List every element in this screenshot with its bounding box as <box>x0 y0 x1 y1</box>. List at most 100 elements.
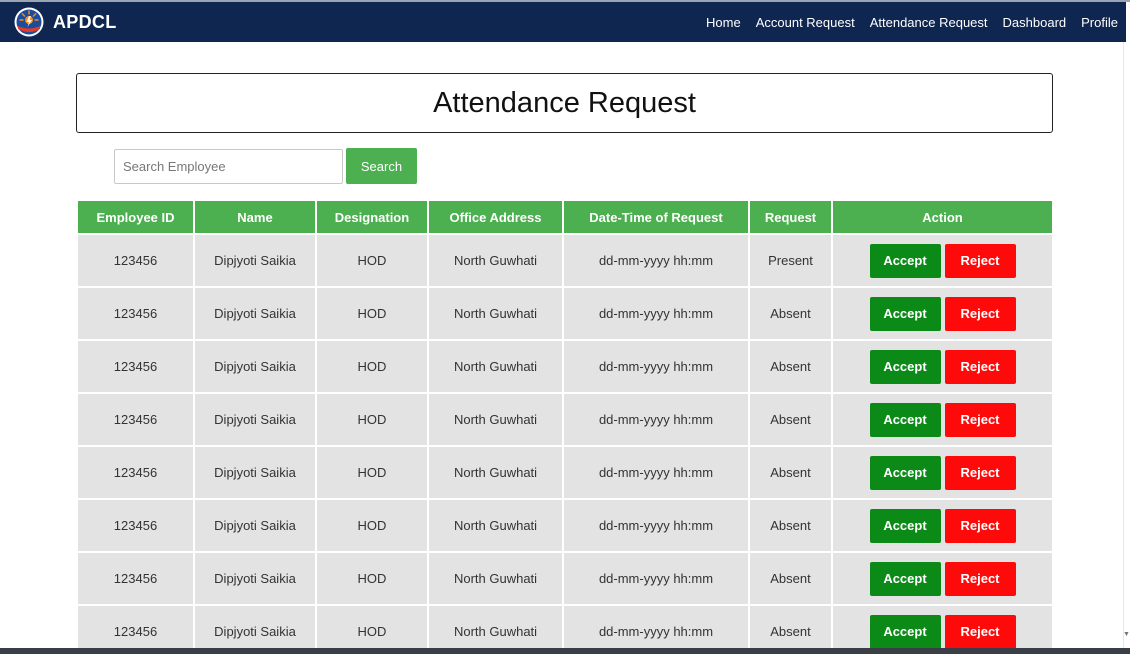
action-cell: Accept Reject <box>831 604 1052 648</box>
action-cell: Accept Reject <box>831 551 1052 606</box>
employee-id-cell: 123456 <box>76 604 195 648</box>
reject-button[interactable]: Reject <box>944 561 1016 596</box>
date-time-cell: dd-mm-yyyy hh:mm <box>562 339 750 394</box>
designation-cell: HOD <box>315 286 429 341</box>
date-time-cell: dd-mm-yyyy hh:mm <box>562 551 750 606</box>
name-cell: Dipjyoti Saikia <box>193 604 317 648</box>
employee-id-cell: 123456 <box>76 233 195 288</box>
designation-cell: HOD <box>315 551 429 606</box>
name-cell: Dipjyoti Saikia <box>193 233 317 288</box>
reject-button[interactable]: Reject <box>944 296 1016 331</box>
column-header-designation: Designation <box>315 199 429 235</box>
name-cell: Dipjyoti Saikia <box>193 392 317 447</box>
employee-id-cell: 123456 <box>76 286 195 341</box>
designation-cell: HOD <box>315 445 429 500</box>
designation-cell: HOD <box>315 339 429 394</box>
table-row: 123456 Dipjyoti Saikia HOD North Guwhati dd-… <box>76 392 1052 447</box>
office-address-cell: North Guwhati <box>427 445 564 500</box>
reject-button[interactable]: Reject <box>944 243 1016 278</box>
office-address-cell: North Guwhati <box>427 339 564 394</box>
column-header-action: Action <box>831 199 1052 235</box>
office-address-cell: North Guwhati <box>427 551 564 606</box>
table-row: 123456 Dipjyoti Saikia HOD North Guwhati dd-… <box>76 286 1052 341</box>
table-header-row: Employee ID Name Designation Office Addr… <box>76 199 1052 235</box>
accept-button[interactable]: Accept <box>869 296 941 331</box>
accept-button[interactable]: Accept <box>869 243 941 278</box>
date-time-cell: dd-mm-yyyy hh:mm <box>562 445 750 500</box>
brand[interactable]: APDCL <box>0 7 117 37</box>
table-row: 123456 Dipjyoti Saikia HOD North Guwhati dd-… <box>76 233 1052 288</box>
designation-cell: HOD <box>315 604 429 648</box>
title-box: Attendance Request <box>76 73 1053 133</box>
request-type-cell: Absent <box>748 498 833 553</box>
name-cell: Dipjyoti Saikia <box>193 551 317 606</box>
navbar: APDCL Home Account Request Attendance Re… <box>0 2 1126 42</box>
date-time-cell: dd-mm-yyyy hh:mm <box>562 392 750 447</box>
request-type-cell: Absent <box>748 445 833 500</box>
attendance-table: Employee ID Name Designation Office Addr… <box>76 199 1052 648</box>
nav-links: Home Account Request Attendance Request … <box>691 15 1126 30</box>
accept-button[interactable]: Accept <box>869 508 941 543</box>
designation-cell: HOD <box>315 233 429 288</box>
nav-link-home[interactable]: Home <box>706 15 741 30</box>
date-time-cell: dd-mm-yyyy hh:mm <box>562 233 750 288</box>
reject-button[interactable]: Reject <box>944 349 1016 384</box>
action-cell: Accept Reject <box>831 233 1052 288</box>
nav-link-account-request[interactable]: Account Request <box>756 15 855 30</box>
table-row: 123456 Dipjyoti Saikia HOD North Guwhati dd-… <box>76 498 1052 553</box>
reject-button[interactable]: Reject <box>944 402 1016 437</box>
request-type-cell: Present <box>748 233 833 288</box>
page-title: Attendance Request <box>433 86 696 119</box>
nav-link-dashboard[interactable]: Dashboard <box>1003 15 1067 30</box>
office-address-cell: North Guwhati <box>427 604 564 648</box>
request-type-cell: Absent <box>748 551 833 606</box>
reject-button[interactable]: Reject <box>944 614 1016 648</box>
action-cell: Accept Reject <box>831 286 1052 341</box>
action-cell: Accept Reject <box>831 339 1052 394</box>
column-header-office-address: Office Address <box>427 199 564 235</box>
accept-button[interactable]: Accept <box>869 402 941 437</box>
office-address-cell: North Guwhati <box>427 233 564 288</box>
search-input[interactable] <box>114 149 343 184</box>
office-address-cell: North Guwhati <box>427 392 564 447</box>
request-type-cell: Absent <box>748 286 833 341</box>
nav-link-attendance-request[interactable]: Attendance Request <box>870 15 988 30</box>
action-cell: Accept Reject <box>831 498 1052 553</box>
reject-button[interactable]: Reject <box>944 455 1016 490</box>
table-row: 123456 Dipjyoti Saikia HOD North Guwhati dd-… <box>76 604 1052 648</box>
accept-button[interactable]: Accept <box>869 614 941 648</box>
date-time-cell: dd-mm-yyyy hh:mm <box>562 498 750 553</box>
request-type-cell: Absent <box>748 339 833 394</box>
accept-button[interactable]: Accept <box>869 455 941 490</box>
request-type-cell: Absent <box>748 392 833 447</box>
vertical-scrollbar[interactable]: ▼ <box>1123 42 1130 648</box>
table-row: 123456 Dipjyoti Saikia HOD North Guwhati dd-… <box>76 339 1052 394</box>
attendance-table-container[interactable]: Employee ID Name Designation Office Addr… <box>76 199 1052 648</box>
employee-id-cell: 123456 <box>76 551 195 606</box>
date-time-cell: dd-mm-yyyy hh:mm <box>562 604 750 648</box>
column-header-date-time: Date-Time of Request <box>562 199 750 235</box>
name-cell: Dipjyoti Saikia <box>193 339 317 394</box>
designation-cell: HOD <box>315 498 429 553</box>
request-type-cell: Absent <box>748 604 833 648</box>
employee-id-cell: 123456 <box>76 445 195 500</box>
reject-button[interactable]: Reject <box>944 508 1016 543</box>
table-body: 123456 Dipjyoti Saikia HOD North Guwhati dd-… <box>76 233 1052 648</box>
accept-button[interactable]: Accept <box>869 349 941 384</box>
column-header-name: Name <box>193 199 317 235</box>
designation-cell: HOD <box>315 392 429 447</box>
column-header-request: Request <box>748 199 833 235</box>
office-address-cell: North Guwhati <box>427 498 564 553</box>
office-address-cell: North Guwhati <box>427 286 564 341</box>
table-row: 123456 Dipjyoti Saikia HOD North Guwhati dd-… <box>76 445 1052 500</box>
employee-id-cell: 123456 <box>76 339 195 394</box>
accept-button[interactable]: Accept <box>869 561 941 596</box>
scroll-down-arrow-icon[interactable]: ▼ <box>1123 631 1130 638</box>
brand-name: APDCL <box>53 11 117 32</box>
name-cell: Dipjyoti Saikia <box>193 445 317 500</box>
action-cell: Accept Reject <box>831 392 1052 447</box>
search-button[interactable]: Search <box>346 148 417 184</box>
apdcl-logo-icon <box>14 7 44 37</box>
name-cell: Dipjyoti Saikia <box>193 286 317 341</box>
nav-link-profile[interactable]: Profile <box>1081 15 1118 30</box>
